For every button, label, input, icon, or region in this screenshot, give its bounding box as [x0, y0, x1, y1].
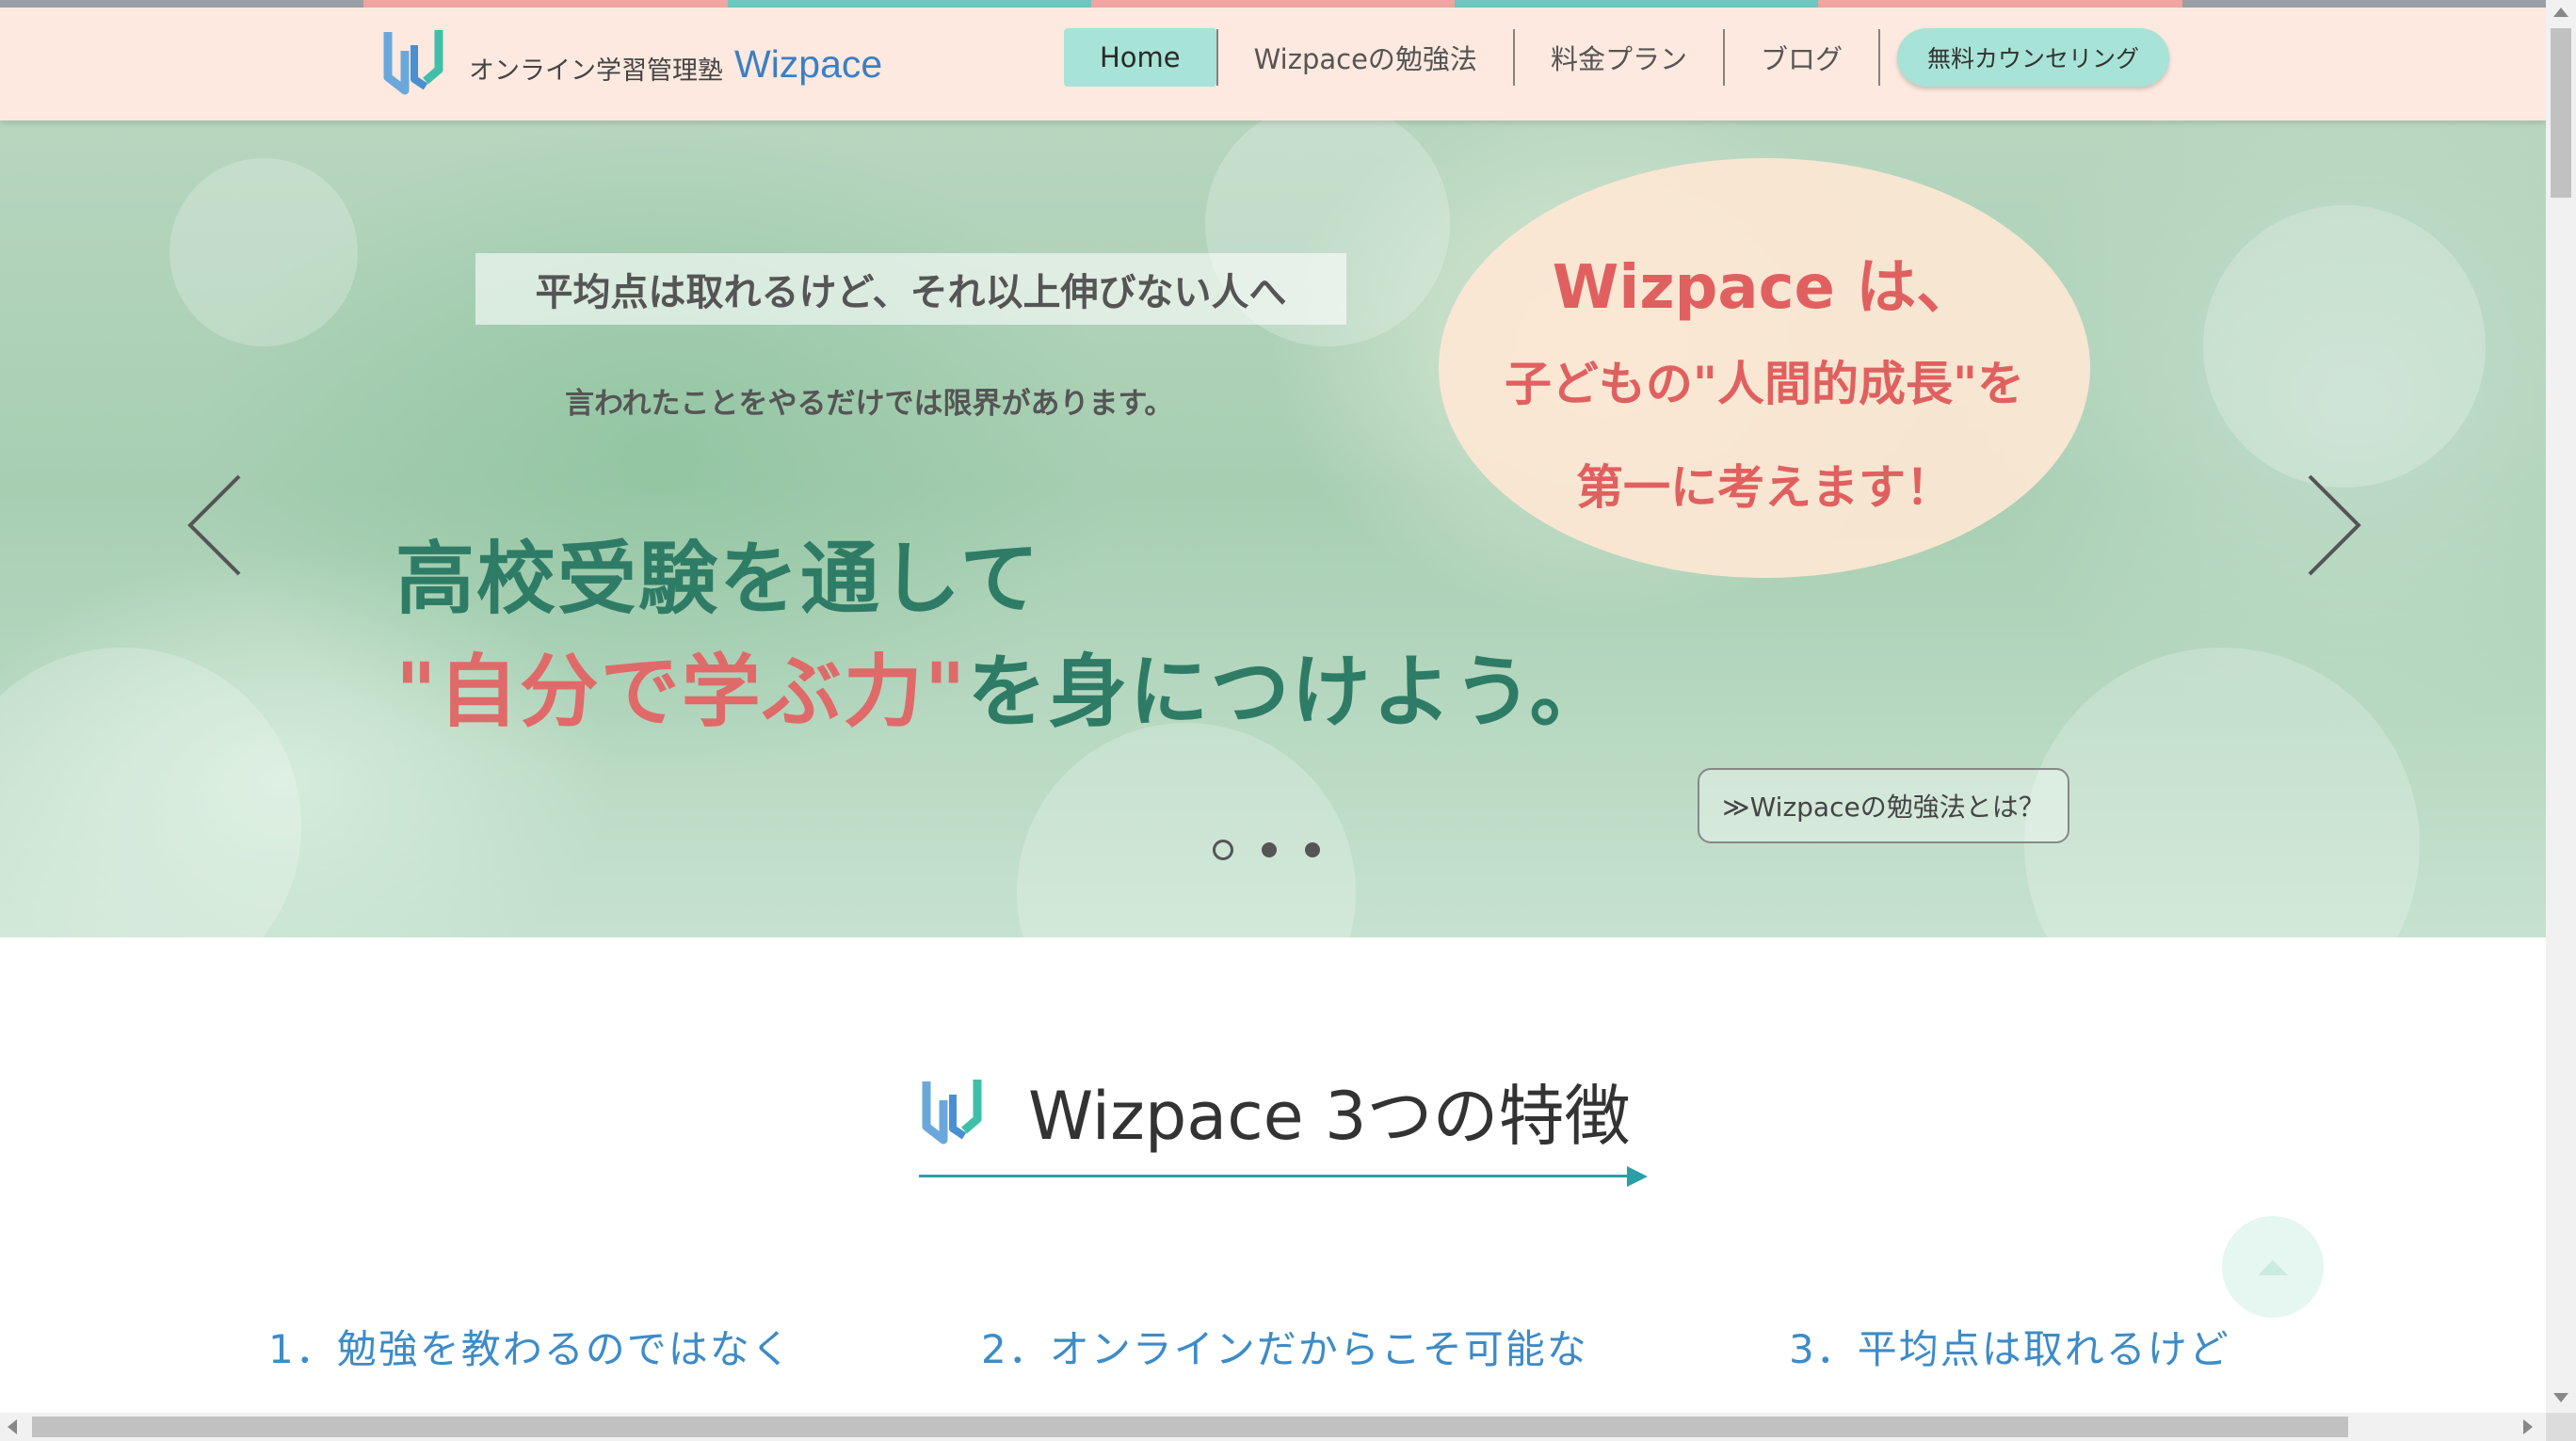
slider-dot-3[interactable]: [1305, 842, 1320, 857]
hero-headline-highlight: "自分で学ぶ力": [395, 646, 968, 738]
bokeh-light: [0, 648, 301, 937]
top-color-strip: [0, 0, 2546, 8]
scroll-right-arrow-icon[interactable]: [2523, 1419, 2533, 1434]
strip-segment: [1455, 0, 1819, 8]
strip-segment: [2182, 0, 2546, 8]
hero-subline: 言われたことをやるだけでは限界があります。: [565, 387, 1174, 421]
horizontal-scroll-thumb[interactable]: [32, 1417, 2348, 1437]
bokeh-light: [1017, 723, 1356, 937]
study-method-button[interactable]: ≫Wizpaceの勉強法とは？: [1698, 768, 2069, 843]
nav-item-pricing[interactable]: 料金プラン: [1515, 28, 1723, 87]
vertical-scroll-thumb[interactable]: [2551, 28, 2571, 198]
vertical-scrollbar[interactable]: [2546, 0, 2576, 1413]
slider-dot-2[interactable]: [1262, 842, 1277, 857]
wizpace-logo-icon: [919, 1074, 994, 1149]
scrollbar-corner: [2546, 1413, 2576, 1441]
slider-prev-button[interactable]: [181, 469, 256, 582]
oval-line-3: 第一に考えます！: [1576, 460, 1953, 515]
bokeh-light: [2203, 205, 2486, 488]
free-counseling-button[interactable]: 無料カウンセリング: [1896, 28, 2169, 87]
feature-item-2: 2．オンラインだからこそ可能な: [981, 1326, 1588, 1372]
scroll-left-arrow-icon[interactable]: [8, 1419, 17, 1434]
features-heading: Wizpace 3つの特徴: [919, 1064, 1631, 1159]
nav-item-blog[interactable]: ブログ: [1725, 28, 1878, 87]
chevron-right-icon: [2308, 474, 2361, 576]
bokeh-light: [169, 158, 358, 346]
nav-divider: [1877, 29, 1880, 86]
nav-item-method[interactable]: Wizpaceの勉強法: [1218, 28, 1513, 87]
wizpace-logo-icon: [380, 24, 456, 100]
slider-next-button[interactable]: [2293, 469, 2368, 582]
feature-item-1: 1．勉強を教わるのではなく: [268, 1326, 793, 1372]
main-nav: Home Wizpaceの勉強法 料金プラン ブログ 無料カウンセリング: [1064, 28, 2169, 87]
oval-line-1: Wizpace は、: [1552, 253, 1977, 323]
strip-segment: [363, 0, 728, 8]
features-underline: [919, 1175, 1634, 1177]
nav-item-home[interactable]: Home: [1064, 28, 1216, 87]
slider-pagination: [1213, 840, 1320, 860]
features-title: Wizpace 3つの特徴: [1028, 1078, 1631, 1155]
site-logo[interactable]: オンライン学習管理塾 Wizpace: [380, 24, 882, 100]
site-header: オンライン学習管理塾 Wizpace Home Wizpaceの勉強法 料金プラ…: [0, 8, 2546, 120]
hero-headline-rest: を身につけよう。: [967, 646, 1611, 738]
logo-name: Wizpace: [734, 41, 883, 86]
hero-headline-line1: 高校受験を通して: [395, 533, 1041, 625]
hero-slider: 平均点は取れるけど、それ以上伸びない人へ 言われたことをやるだけでは限界がありま…: [0, 120, 2546, 937]
strip-segment: [727, 0, 1091, 8]
strip-segment: [0, 0, 364, 8]
chevron-left-icon: [187, 474, 241, 576]
strip-segment: [1090, 0, 1456, 8]
hero-headline-line2: "自分で学ぶ力"を身につけよう。: [395, 629, 1611, 743]
chevron-up-icon: [2258, 1260, 2288, 1275]
oval-line-2: 子どもの"人間的成長"を: [1504, 357, 2025, 411]
scroll-down-arrow-icon[interactable]: [2553, 1393, 2568, 1402]
logo-subtitle: オンライン学習管理塾: [469, 56, 723, 86]
strip-segment: [1818, 0, 2182, 8]
page-viewport: オンライン学習管理塾 Wizpace Home Wizpaceの勉強法 料金プラ…: [0, 0, 2546, 1413]
scroll-up-arrow-icon[interactable]: [2553, 8, 2568, 17]
hero-tagline: 平均点は取れるけど、それ以上伸びない人へ: [475, 253, 1346, 325]
horizontal-scrollbar[interactable]: [0, 1413, 2546, 1441]
arrow-head-icon: [1627, 1166, 1648, 1187]
bokeh-light: [2024, 648, 2420, 937]
slider-dot-1[interactable]: [1213, 840, 1233, 860]
feature-item-3: 3．平均点は取れるけど: [1789, 1326, 2230, 1372]
hero-message-oval: Wizpace は、 子どもの"人間的成長"を 第一に考えます！: [1439, 158, 2090, 578]
scroll-to-top-button[interactable]: [2222, 1216, 2324, 1318]
